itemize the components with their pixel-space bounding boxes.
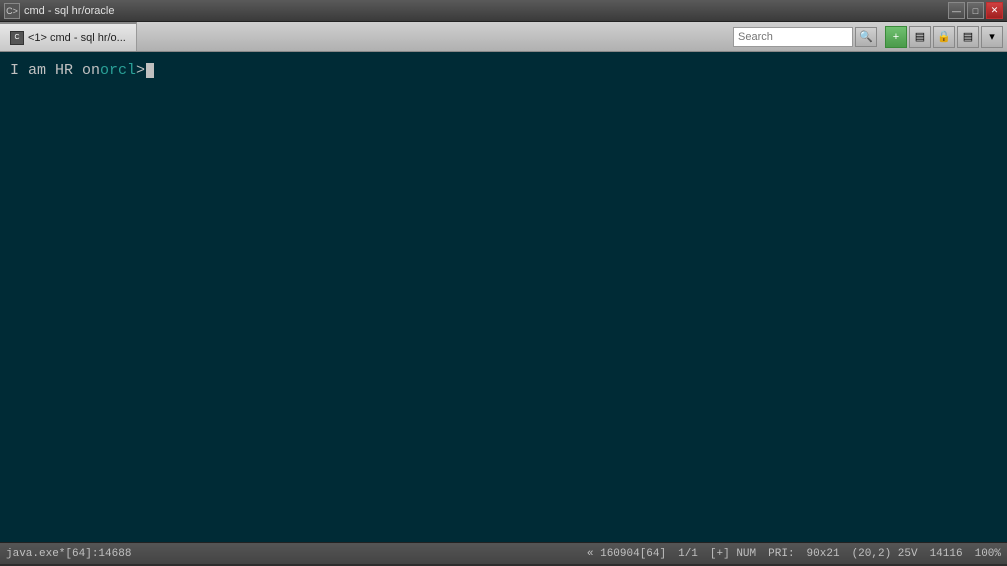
status-size: 90x21 bbox=[807, 548, 840, 560]
toolbar: C <1> cmd - sql hr/o... 🔍 + ▤ 🔒 ▤ ▾ bbox=[0, 22, 1007, 52]
toolbar-spacer bbox=[137, 22, 729, 51]
status-pri: PRI: bbox=[768, 548, 794, 560]
maximize-button[interactable]: □ bbox=[967, 2, 984, 19]
prompt-instance: orcl bbox=[100, 60, 136, 81]
cmd-icon: C> bbox=[4, 3, 20, 19]
terminal-area[interactable]: I am HR on orcl > bbox=[0, 52, 1007, 542]
status-process: java.exe*[64]:14688 bbox=[6, 548, 131, 560]
search-input[interactable] bbox=[733, 27, 853, 47]
toolbar-actions: + ▤ 🔒 ▤ ▾ bbox=[881, 22, 1007, 51]
tab-label: <1> cmd - sql hr/o... bbox=[28, 32, 126, 44]
terminal-prompt-line: I am HR on orcl > bbox=[10, 60, 997, 81]
lock-button[interactable]: 🔒 bbox=[933, 26, 955, 48]
status-coords: (20,2) 25V bbox=[852, 548, 918, 560]
status-insert: [+] NUM bbox=[710, 548, 756, 560]
search-area: 🔍 bbox=[729, 22, 881, 51]
status-position: « 160904[64] bbox=[587, 548, 666, 560]
add-button[interactable]: + bbox=[885, 26, 907, 48]
window-controls: — □ ✕ bbox=[948, 2, 1003, 19]
status-filesize: 14116 bbox=[930, 548, 963, 560]
active-tab[interactable]: C <1> cmd - sql hr/o... bbox=[0, 22, 137, 51]
tab-icon: C bbox=[10, 31, 24, 45]
cursor bbox=[146, 63, 154, 78]
status-zoom: 100% bbox=[975, 548, 1001, 560]
prompt-suffix: > bbox=[136, 60, 145, 81]
window-title: cmd - sql hr/oracle bbox=[24, 5, 114, 17]
more-button[interactable]: ▾ bbox=[981, 26, 1003, 48]
minimize-button[interactable]: — bbox=[948, 2, 965, 19]
title-bar-left: C> cmd - sql hr/oracle bbox=[4, 3, 114, 19]
status-page: 1/1 bbox=[678, 548, 698, 560]
close-button[interactable]: ✕ bbox=[986, 2, 1003, 19]
menu-button[interactable]: ▤ bbox=[957, 26, 979, 48]
status-bar: java.exe*[64]:14688 « 160904[64] 1/1 [+]… bbox=[0, 542, 1007, 564]
layout-button[interactable]: ▤ bbox=[909, 26, 931, 48]
title-bar: C> cmd - sql hr/oracle — □ ✕ bbox=[0, 0, 1007, 22]
status-right: « 160904[64] 1/1 [+] NUM PRI: 90x21 (20,… bbox=[587, 548, 1001, 560]
search-button[interactable]: 🔍 bbox=[855, 27, 877, 47]
prompt-prefix: I am HR on bbox=[10, 60, 100, 81]
